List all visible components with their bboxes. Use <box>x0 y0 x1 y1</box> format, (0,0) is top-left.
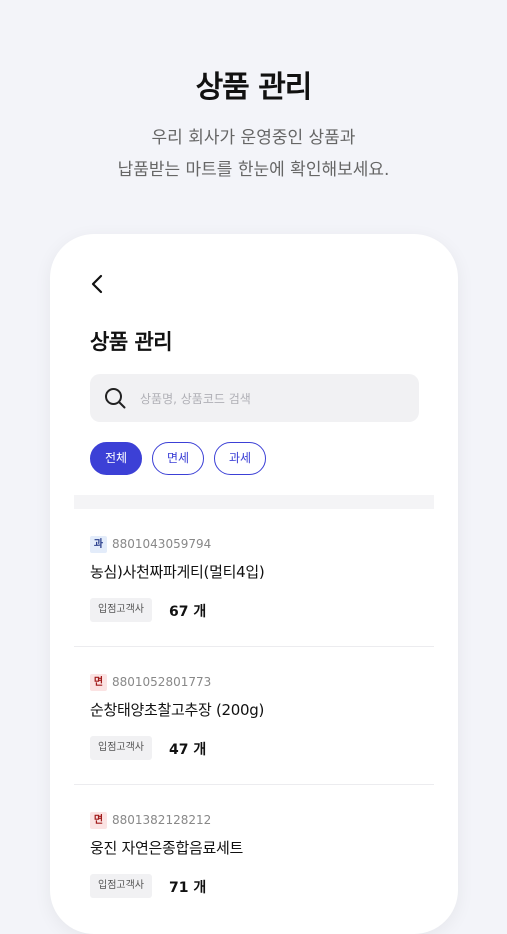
product-item[interactable]: 면 8801052801773 순창태양초찰고추장 (200g) 입점고객사 4… <box>74 647 434 785</box>
product-name: 웅진 자연은종합음료세트 <box>90 839 243 857</box>
hero-subtitle: 우리 회사가 운영중인 상품과 납품받는 마트를 한눈에 확인해보세요. <box>0 122 507 186</box>
product-name: 순창태양초찰고추장 (200g) <box>90 701 265 719</box>
product-item[interactable]: 과 8801043059794 농심)사천짜파게티(멀티4입) 입점고객사 67… <box>74 509 434 647</box>
product-code: 8801043059794 <box>112 537 212 551</box>
partner-count: 47 개 <box>169 742 207 758</box>
tax-type-badge: 면 <box>90 674 107 691</box>
hero-title: 상품 관리 <box>195 70 313 105</box>
page-title: 상품 관리 <box>90 330 173 354</box>
section-divider <box>74 495 434 509</box>
filter-all-chip[interactable]: 전체 <box>90 442 142 475</box>
filter-taxable-chip[interactable]: 과세 <box>214 442 266 475</box>
phone-screen: 상품 관리 전체 면세 과세 과 8801043059794 농심)사천짜파게티… <box>50 234 458 934</box>
partner-count: 71 개 <box>169 880 207 896</box>
filter-tax-free-chip[interactable]: 면세 <box>152 442 204 475</box>
tax-type-badge: 면 <box>90 812 107 829</box>
tax-type-badge: 과 <box>90 536 107 553</box>
search-icon <box>105 388 126 409</box>
product-code: 8801382128212 <box>112 813 212 827</box>
product-item[interactable]: 면 8801382128212 웅진 자연은종합음료세트 입점고객사 71 개 <box>74 785 434 923</box>
partner-tag: 입점고객사 <box>90 874 152 898</box>
search-input[interactable] <box>138 374 412 424</box>
hero-subtitle-line1: 우리 회사가 운영중인 상품과 <box>151 128 356 148</box>
partner-tag: 입점고객사 <box>90 736 152 760</box>
search-bar[interactable] <box>90 374 419 424</box>
chevron-left-icon[interactable] <box>88 272 108 296</box>
partner-tag: 입점고객사 <box>90 598 152 622</box>
product-name: 농심)사천짜파게티(멀티4입) <box>90 563 265 581</box>
partner-count: 67 개 <box>169 604 207 620</box>
hero-subtitle-line2: 납품받는 마트를 한눈에 확인해보세요. <box>117 160 390 180</box>
product-code: 8801052801773 <box>112 675 212 689</box>
